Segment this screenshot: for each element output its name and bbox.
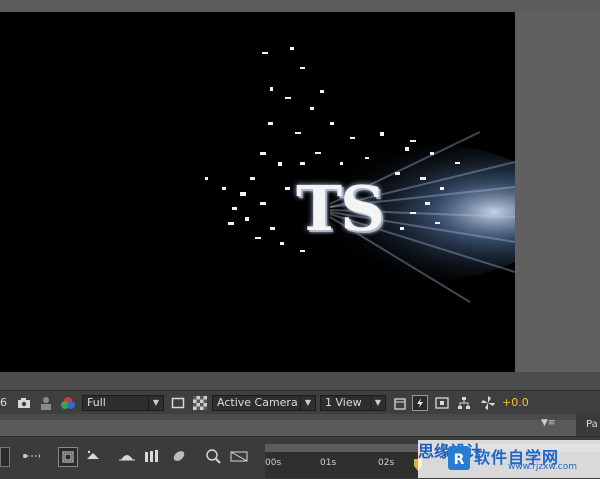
region-of-interest-icon[interactable] xyxy=(170,395,186,411)
toggle-pixel-aspect-icon[interactable] xyxy=(392,395,408,411)
chevron-down-icon: ▼ xyxy=(370,396,385,410)
viewer-toolbar: 6 Full ▼ Active Camera ▼ 1 View ▼ +0.0 xyxy=(0,390,600,416)
fast-previews-icon[interactable] xyxy=(412,395,428,411)
panel-tab[interactable]: Pa xyxy=(576,414,600,436)
channels-icon[interactable] xyxy=(60,395,76,411)
magnification-value[interactable]: 6 xyxy=(0,395,10,411)
flowchart-icon[interactable] xyxy=(456,395,472,411)
draft-3d-icon[interactable] xyxy=(58,447,78,467)
panel-menu-icon[interactable]: ▼≡ xyxy=(541,418,555,432)
motion-blur-icon[interactable] xyxy=(144,447,162,465)
live-update-icon[interactable] xyxy=(230,447,248,465)
hide-shy-layers-icon[interactable] xyxy=(84,447,102,465)
light-rays-effect xyxy=(205,47,515,303)
svg-text:R: R xyxy=(454,452,465,468)
panel-separator xyxy=(0,414,600,420)
camera-view-value: Active Camera xyxy=(217,396,298,409)
time-display-field[interactable] xyxy=(0,447,10,467)
watermark: 思缘设计 R 软件自学网 www.rjzxw.com xyxy=(418,440,600,478)
top-strip xyxy=(0,0,600,12)
tick-label: 00s xyxy=(265,458,282,468)
brainstorm-icon[interactable] xyxy=(170,447,188,465)
watermark-logo-icon: R xyxy=(448,446,470,470)
exposure-value[interactable]: +0.0 xyxy=(502,395,536,411)
tick-label: 02s xyxy=(378,458,395,468)
composition-viewer[interactable]: TS xyxy=(0,12,515,372)
view-layout-dropdown[interactable]: 1 View ▼ xyxy=(320,395,386,411)
timeline-icon[interactable] xyxy=(434,395,450,411)
transparency-grid-icon[interactable] xyxy=(192,395,208,411)
frame-blending-icon[interactable] xyxy=(118,447,136,465)
graph-editor-icon[interactable] xyxy=(204,447,222,465)
camera-snapshot-icon[interactable] xyxy=(16,395,32,411)
chevron-down-icon: ▼ xyxy=(148,396,163,410)
show-snapshot-icon[interactable] xyxy=(38,395,54,411)
tick-label: 01s xyxy=(320,458,337,468)
resolution-value: Full xyxy=(87,396,106,409)
watermark-url: www.rjzxw.com xyxy=(508,462,577,472)
resolution-dropdown[interactable]: Full ▼ xyxy=(82,395,164,411)
viewer-gap xyxy=(0,372,600,390)
composition-text-layer[interactable]: TS xyxy=(296,172,385,245)
right-panel xyxy=(515,12,600,372)
reset-exposure-icon[interactable] xyxy=(480,395,496,411)
chevron-down-icon: ▼ xyxy=(300,396,315,410)
view-layout-value: 1 View xyxy=(325,396,362,409)
camera-view-dropdown[interactable]: Active Camera ▼ xyxy=(212,395,316,411)
composition-mini-flowchart-icon[interactable] xyxy=(22,447,40,465)
